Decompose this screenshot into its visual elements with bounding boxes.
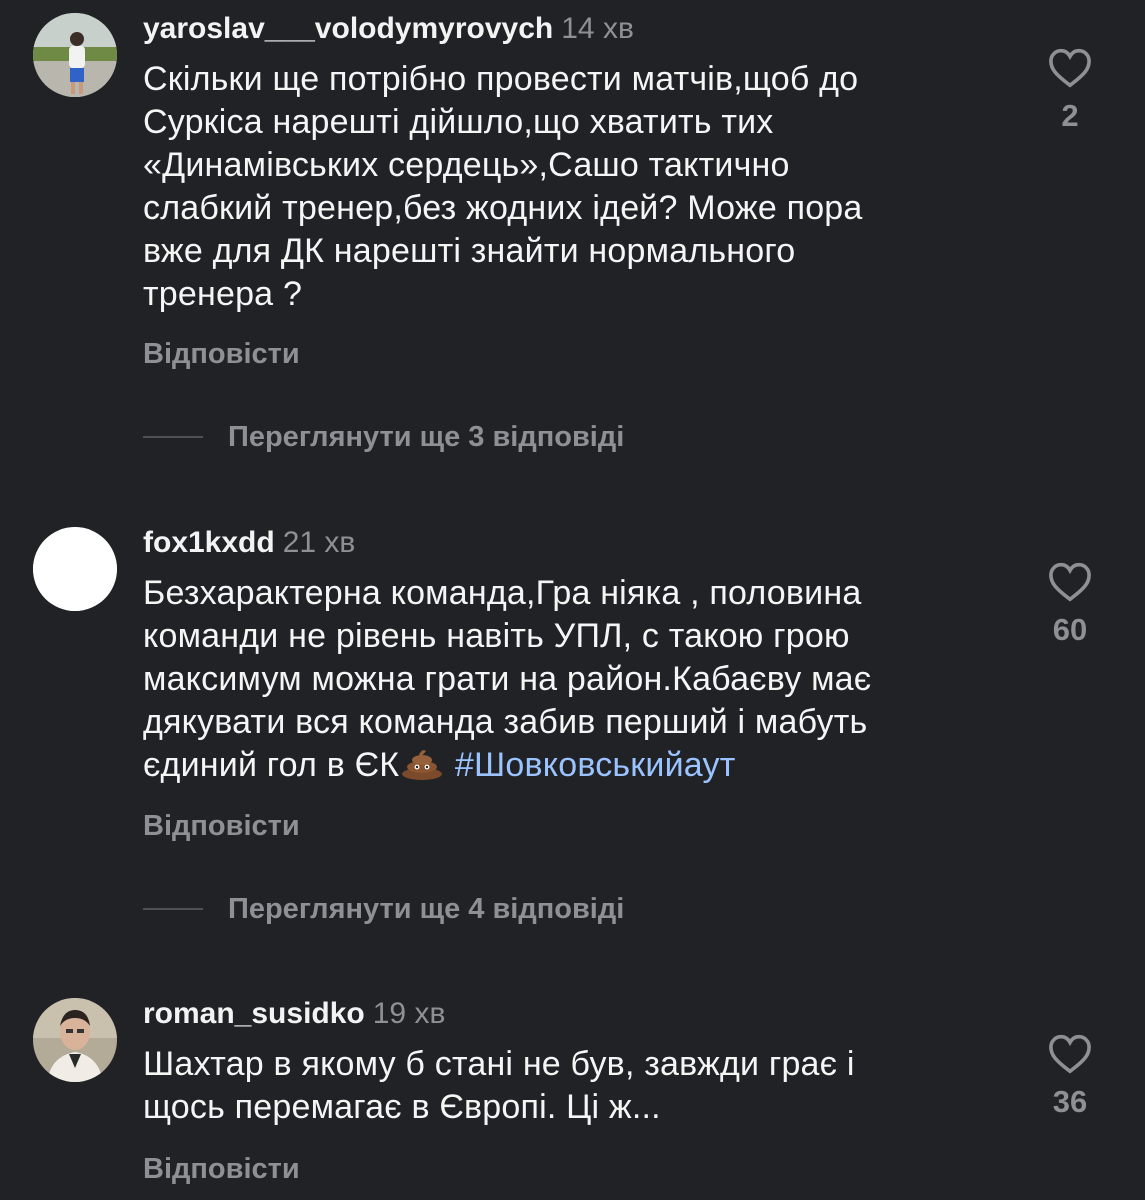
replies-divider — [143, 436, 203, 438]
like-count: 36 — [1052, 1084, 1088, 1119]
reply-button[interactable]: Відповісти — [143, 338, 300, 371]
photo-person-icon — [33, 13, 117, 97]
hashtag-link[interactable]: #Шовковськийаут — [455, 746, 736, 784]
heart-icon — [1049, 562, 1091, 602]
heart-icon — [1049, 1034, 1091, 1074]
timestamp: 14 хв — [561, 12, 634, 45]
timestamp: 21 хв — [282, 526, 356, 559]
blank-avatar-icon — [33, 527, 117, 611]
like-button[interactable]: 60 — [1045, 562, 1095, 648]
username[interactable]: fox1kxdd — [143, 526, 275, 559]
comment-line: дякувати вся команда забив перший і мабу… — [143, 703, 868, 741]
like-count: 2 — [1061, 98, 1079, 133]
comment-line: максимум можна грати на район.Кабаєву ма… — [143, 660, 872, 698]
comment-line: Шахтар в якому б стані не був, завжди гр… — [143, 1045, 855, 1083]
comment-line: вже для ДК нарешті знайти нормального — [143, 232, 796, 270]
like-button[interactable]: 2 — [1045, 48, 1095, 134]
username[interactable]: yaroslav___volodymyrovych — [143, 12, 553, 45]
view-replies-button[interactable]: Переглянути ще 3 відповіді — [143, 420, 624, 454]
view-replies-button[interactable]: Переглянути ще 4 відповіді — [143, 892, 624, 926]
comment-line: єдиний гол в ЄК #Шовковськийаут — [143, 744, 1023, 787]
comment-line: щось перемагає в Європі. Ці ж... — [143, 1088, 661, 1126]
comment-text: Шахтар в якому б стані не був, завжди гр… — [143, 1043, 1023, 1129]
reply-button[interactable]: Відповісти — [143, 1153, 300, 1186]
comment-line: «Динамівських сердець»,Сашо тактично — [143, 146, 790, 184]
comment-text: Безхарактерна команда,Гра ніяка , полови… — [143, 572, 1023, 787]
heart-icon — [1049, 48, 1091, 88]
comment-line: Скільки ще потрібно провести матчів,щоб … — [143, 60, 859, 98]
username[interactable]: roman_susidko — [143, 997, 365, 1030]
comment-line: Суркіса нарешті дійшло,що хватить тих — [143, 103, 774, 141]
reply-button[interactable]: Відповісти — [143, 810, 300, 843]
comment-line: слабкий тренер,без жодних ідей? Може пор… — [143, 189, 863, 227]
photo-portrait-icon — [33, 998, 117, 1082]
like-button[interactable]: 36 — [1045, 1034, 1095, 1120]
comment-line-text: єдиний гол в ЄК — [143, 746, 400, 784]
comment-line: тренера ? — [143, 275, 303, 313]
view-replies-label: Переглянути ще 4 відповіді — [228, 892, 625, 925]
comment-text: Скільки ще потрібно провести матчів,щоб … — [143, 58, 1023, 316]
comment-line: Безхарактерна команда,Гра ніяка , полови… — [143, 574, 862, 612]
like-count: 60 — [1052, 612, 1088, 647]
timestamp: 19 хв — [372, 997, 446, 1030]
view-replies-label: Переглянути ще 3 відповіді — [228, 420, 625, 453]
pile-of-poo-emoji-icon — [399, 746, 445, 780]
comment-line: команди не рівень навіть УПЛ, с такою гр… — [143, 617, 850, 655]
replies-divider — [143, 908, 203, 910]
avatar[interactable] — [33, 13, 117, 97]
avatar[interactable] — [33, 527, 117, 611]
avatar[interactable] — [33, 998, 117, 1082]
